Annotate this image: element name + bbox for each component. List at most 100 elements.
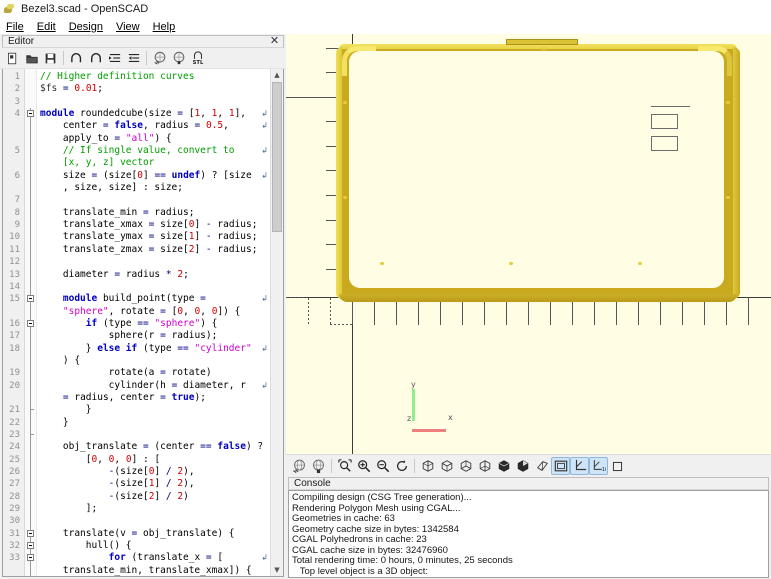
code-line[interactable]: translate(v = obj_translate) { [37, 528, 270, 540]
code-fold-gutter[interactable] [25, 69, 37, 576]
toolbar-separator [146, 51, 147, 65]
code-line[interactable]: [0, 0, 0] : [ [37, 454, 270, 466]
code-line[interactable]: ]; [37, 503, 270, 515]
unindent-button[interactable] [124, 49, 143, 67]
code-line[interactable]: if (type == "sphere") { [37, 318, 270, 330]
scroll-up-icon[interactable]: ▲ [271, 69, 283, 81]
negative-x-axis-dash [286, 297, 310, 298]
view-back-button[interactable] [513, 457, 532, 475]
scrollbar-thumb[interactable] [272, 82, 282, 232]
zoom-out-button[interactable] [373, 457, 392, 475]
scroll-down-icon[interactable]: ▼ [271, 564, 283, 576]
show-scale-markers-button[interactable]: 10 [589, 457, 608, 475]
code-line[interactable]: translate_min, translate_xmax]) { [37, 565, 270, 576]
fold-toggle-icon[interactable] [25, 108, 36, 121]
editor-dock: Editor ✕ STL 1 2 3 4 5 6 7 8 9 10 11 12 … [0, 34, 286, 579]
view-diagonal-button[interactable] [532, 457, 551, 475]
export-stl-button[interactable]: STL [188, 49, 207, 67]
code-line[interactable]: size = (size[0] == undef) ? [size ↲ [37, 170, 270, 182]
code-line[interactable]: cylinder(h = diameter, r ↲ [37, 380, 270, 392]
code-line[interactable]: } [37, 417, 270, 429]
code-line[interactable] [37, 194, 270, 206]
bezel-3d-object[interactable] [336, 39, 740, 302]
code-line[interactable]: } else if (type == "cylinder" ↲ [37, 343, 270, 355]
code-text-area[interactable]: // Higher definition curves $fs = 0.01; mo… [37, 69, 270, 576]
code-line[interactable] [37, 515, 270, 527]
gl-canvas[interactable]: y x z [286, 34, 771, 454]
fold-toggle-icon[interactable] [25, 527, 36, 541]
code-line[interactable]: } [37, 404, 270, 416]
redo-button[interactable] [86, 49, 105, 67]
editor-scrollbar[interactable]: ▲ ▼ [270, 69, 283, 576]
line-number: 23 [9, 429, 20, 440]
code-line[interactable]: sphere(r = radius); [37, 330, 270, 342]
bezel-vertex-marker [726, 101, 730, 104]
negative-tick-dash [308, 298, 309, 324]
code-line[interactable] [37, 281, 270, 293]
show-axes-button[interactable] [570, 457, 589, 475]
line-wrap-icon: ↲ [261, 170, 268, 180]
code-line[interactable]: -(size[0] / 2), [37, 466, 270, 478]
code-line[interactable]: center = false, radius = 0.5, ↲ [37, 120, 270, 132]
preview-button[interactable] [290, 457, 309, 475]
code-line[interactable]: translate_zmax = size[2] - radius; [37, 244, 270, 256]
show-edges-button[interactable] [551, 457, 570, 475]
code-line[interactable] [37, 429, 270, 441]
console-output[interactable]: Compiling design (CSG Tree generation)..… [288, 490, 769, 578]
code-line[interactable]: [x, y, z] vector [37, 157, 270, 169]
menu-file[interactable]: File [6, 21, 31, 33]
view-top-button[interactable] [437, 457, 456, 475]
code-line[interactable]: // Higher definition curves [37, 71, 270, 83]
code-line[interactable]: translate_xmax = size[0] - radius; [37, 219, 270, 231]
fold-toggle-icon[interactable] [25, 540, 36, 553]
code-line[interactable]: = radius, center = true); [37, 392, 270, 404]
zoom-all-button[interactable] [335, 457, 354, 475]
code-line[interactable]: translate_min = radius; [37, 207, 270, 219]
line-number-gutter: 1 2 3 4 5 6 7 8 9 10 11 12 13 14 15 16 17 18 19 20 21 22 23 24 2… [3, 69, 25, 576]
close-icon[interactable]: ✕ [269, 35, 280, 47]
code-line[interactable]: for (translate_x = [↲ [37, 552, 270, 564]
open-file-button[interactable] [22, 49, 41, 67]
code-line[interactable]: -(size[2] / 2) [37, 491, 270, 503]
save-file-button[interactable] [41, 49, 60, 67]
menu-help[interactable]: Help [153, 21, 183, 33]
reset-view-button[interactable] [392, 457, 411, 475]
render-button[interactable] [309, 457, 328, 475]
code-line[interactable]: translate_ymax = size[1] - radius; [37, 231, 270, 243]
indent-button[interactable] [105, 49, 124, 67]
code-line[interactable]: diameter = radius * 2; [37, 269, 270, 281]
code-line[interactable] [37, 256, 270, 268]
code-line[interactable]: , size, size] : size; [37, 182, 270, 194]
code-line[interactable]: rotate(a = rotate) [37, 367, 270, 379]
code-line[interactable]: "sphere", rotate = [0, 0, 0]) { [37, 306, 270, 318]
view-bottom-button[interactable] [456, 457, 475, 475]
code-line[interactable]: // If single value, convert to ↲ [37, 145, 270, 157]
view-left-button[interactable] [475, 457, 494, 475]
fold-toggle-icon[interactable] [25, 293, 36, 306]
view-front-button[interactable] [494, 457, 513, 475]
code-line[interactable]: apply_to = "all") { [37, 133, 270, 145]
view-right-button[interactable] [418, 457, 437, 475]
fold-toggle-icon[interactable] [25, 552, 36, 565]
code-line[interactable]: hull() { [37, 540, 270, 552]
undo-button[interactable] [67, 49, 86, 67]
code-line[interactable]: ) { [37, 355, 270, 367]
new-file-button[interactable] [3, 49, 22, 67]
3d-viewport[interactable]: y x z [286, 34, 771, 454]
code-line[interactable]: $fs = 0.01; [37, 83, 270, 95]
code-line[interactable]: -(size[1] / 2), [37, 478, 270, 490]
fold-toggle-icon[interactable] [25, 317, 36, 331]
code-line[interactable]: module build_point(type = ↲ [37, 293, 270, 305]
show-crosshairs-button[interactable] [608, 457, 627, 475]
render-button[interactable] [169, 49, 188, 67]
menu-edit[interactable]: Edit [37, 21, 63, 33]
code-editor[interactable]: 1 2 3 4 5 6 7 8 9 10 11 12 13 14 15 16 17 18 19 20 21 22 23 24 2… [2, 69, 284, 577]
zoom-in-button[interactable] [354, 457, 373, 475]
menu-design[interactable]: Design [69, 21, 110, 33]
code-line[interactable]: module roundedcube(size = [1, 1, 1], ↲ [37, 108, 270, 120]
menu-view[interactable]: View [116, 21, 147, 33]
fold-guide [25, 466, 36, 479]
preview-button[interactable] [150, 49, 169, 67]
code-line[interactable]: obj_translate = (center == false) ? [37, 441, 270, 453]
code-line[interactable] [37, 96, 270, 108]
